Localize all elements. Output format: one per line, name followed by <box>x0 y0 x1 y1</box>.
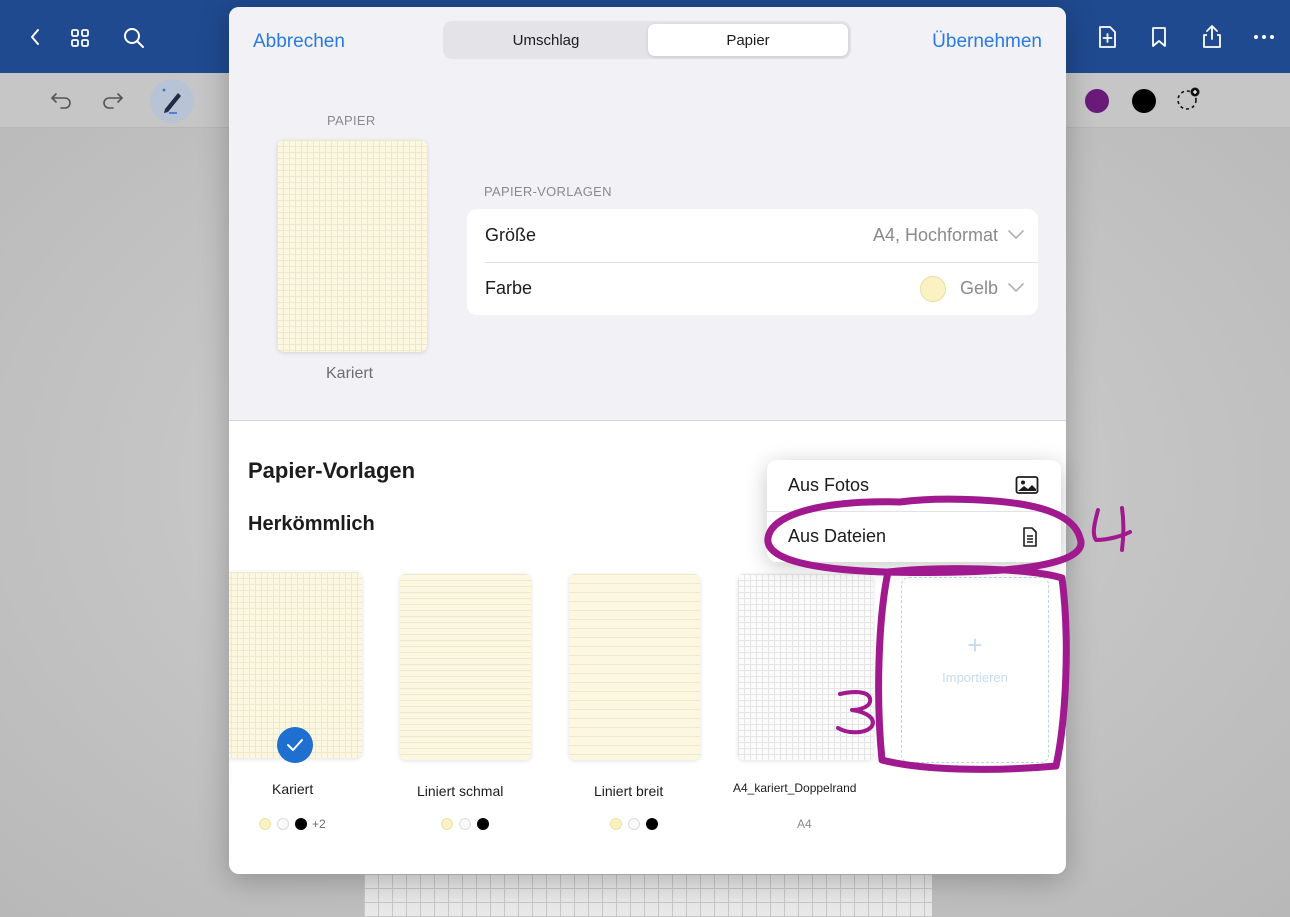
paper-preview-label: PAPIER <box>327 113 376 128</box>
templates-section-title: Papier-Vorlagen <box>248 458 416 483</box>
template-size-a4: A4 <box>797 817 812 831</box>
template-card-a4-kariert-doppelrand[interactable] <box>738 574 873 760</box>
template-card-liniert-schmal[interactable] <box>400 574 531 760</box>
yellow-dot <box>259 818 271 830</box>
import-label: Importieren <box>942 670 1008 685</box>
chevron-down-icon <box>1008 227 1024 245</box>
redo-icon[interactable] <box>100 87 126 113</box>
paper-templates-group-label: PAPIER-VORLAGEN <box>484 184 612 199</box>
black-dot <box>477 818 489 830</box>
template-card-liniert-breit[interactable] <box>569 574 700 760</box>
cancel-button[interactable]: Abbrechen <box>253 31 345 53</box>
more-icon[interactable] <box>1250 30 1278 44</box>
color-purple-swatch[interactable] <box>1085 89 1109 113</box>
white-dot <box>459 818 471 830</box>
share-icon[interactable] <box>1198 22 1226 50</box>
import-source-popover: Aus Fotos Aus Dateien <box>767 460 1061 562</box>
grid-icon[interactable] <box>68 26 92 50</box>
document-icon <box>1021 526 1039 553</box>
cover-paper-segmented-control: Umschlag Papier <box>443 21 851 59</box>
color-label: Farbe <box>485 278 533 298</box>
from-photos-item[interactable]: Aus Fotos <box>767 460 1061 512</box>
search-icon[interactable] <box>122 26 146 50</box>
undo-icon[interactable] <box>48 87 74 113</box>
photo-icon <box>1015 475 1039 500</box>
from-files-label: Aus Dateien <box>788 526 887 546</box>
modal-header-area: Abbrechen Umschlag Papier Übernehmen PAP… <box>229 7 1066 421</box>
size-label: Größe <box>485 225 537 245</box>
paper-settings-modal: Abbrechen Umschlag Papier Übernehmen PAP… <box>229 7 1066 874</box>
template-name-kariert: Kariert <box>272 781 314 797</box>
from-files-item[interactable]: Aus Dateien <box>767 511 1061 562</box>
tab-cover[interactable]: Umschlag <box>446 24 646 56</box>
template-name-liniert-schmal: Liniert schmal <box>417 783 504 799</box>
size-row[interactable]: Größe A4, Hochformat <box>467 209 1038 263</box>
yellow-dot <box>441 818 453 830</box>
color-value: Gelb <box>959 278 998 298</box>
paper-preview <box>277 140 427 352</box>
color-black-swatch[interactable] <box>1132 89 1156 113</box>
chevron-down-icon <box>1008 280 1024 298</box>
paper-settings-card: Größe A4, Hochformat Farbe Gelb <box>467 209 1038 315</box>
yellow-dot <box>610 818 622 830</box>
paper-preview-name: Kariert <box>326 365 374 382</box>
color-row[interactable]: Farbe Gelb <box>467 262 1038 315</box>
white-dot <box>277 818 289 830</box>
lasso-add-icon[interactable] <box>1174 85 1202 113</box>
size-value: A4, Hochformat <box>872 225 998 245</box>
apply-button[interactable]: Übernehmen <box>932 31 1042 53</box>
add-page-icon[interactable] <box>1094 24 1120 50</box>
import-template-card[interactable]: + Importieren <box>901 577 1049 763</box>
template-name-a4-kariert-doppelrand: A4_kariert_Doppelrand <box>733 781 857 795</box>
tab-paper[interactable]: Papier <box>648 24 848 56</box>
chevron-left-icon[interactable] <box>24 26 46 48</box>
pen-icon[interactable] <box>150 79 194 123</box>
checkmark-icon <box>277 727 313 763</box>
white-dot <box>628 818 640 830</box>
template-name-liniert-breit: Liniert breit <box>594 783 664 799</box>
yellow-swatch <box>920 276 946 302</box>
more-colors-count: +2 <box>312 817 326 831</box>
conventional-subsection-title: Herkömmlich <box>248 513 375 535</box>
bookmark-icon[interactable] <box>1146 24 1172 50</box>
black-dot <box>295 818 307 830</box>
black-dot <box>646 818 658 830</box>
plus-icon: + <box>967 630 983 660</box>
from-photos-label: Aus Fotos <box>788 475 870 495</box>
